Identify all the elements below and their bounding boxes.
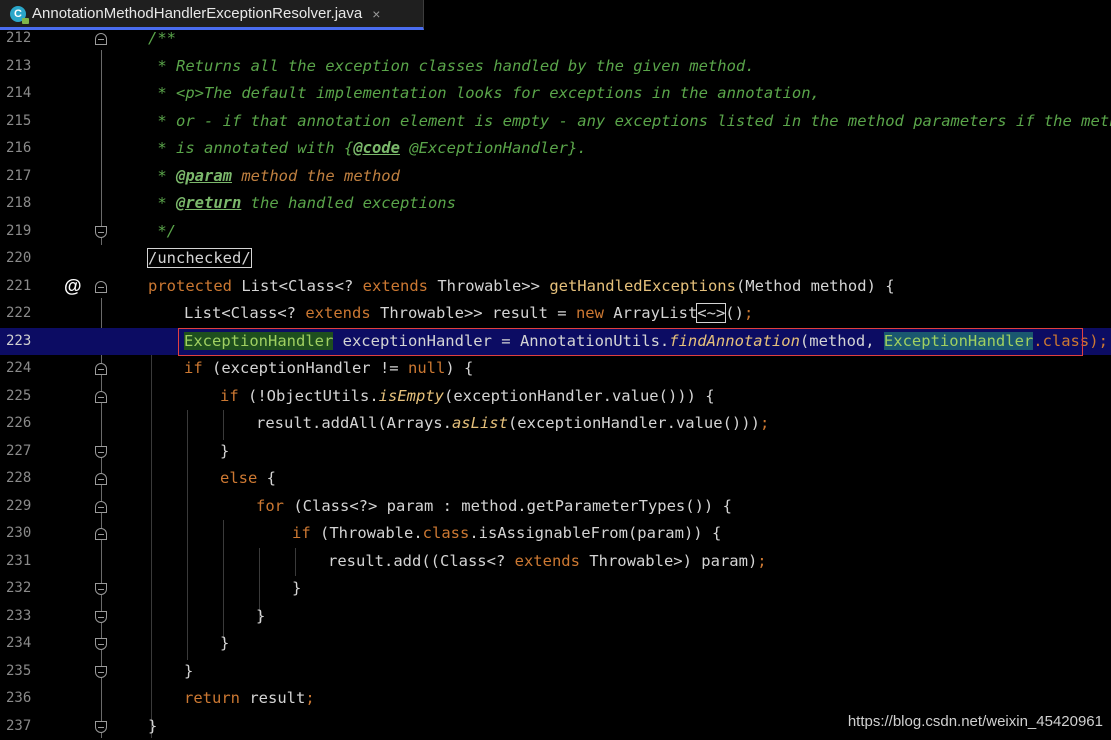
code-line[interactable]: 229 for (Class<?> param : method.getPara… [0, 493, 1111, 521]
code-line[interactable]: 224 if (exceptionHandler != null) { [0, 355, 1111, 383]
line-number: 235 [6, 658, 30, 686]
fold-icon[interactable] [95, 528, 107, 540]
override-marker-icon[interactable]: @ [64, 273, 82, 301]
code-line-current[interactable]: 223 ExceptionHandler exceptionHandler = … [0, 328, 1111, 356]
code-line[interactable]: 235 } [0, 658, 1111, 686]
fold-icon[interactable] [95, 666, 107, 678]
code-line[interactable]: 230 if (Throwable.class.isAssignableFrom… [0, 520, 1111, 548]
code-line[interactable]: 225 if (!ObjectUtils.isEmpty(exceptionHa… [0, 383, 1111, 411]
code-text: * Returns all the exception classes hand… [148, 53, 755, 81]
fold-icon[interactable] [95, 363, 107, 375]
watermark: https://blog.csdn.net/weixin_45420961 [848, 713, 1103, 730]
code-text: } [256, 603, 265, 631]
code-text: if (Throwable.class.isAssignableFrom(par… [292, 520, 721, 548]
code-line[interactable]: 214 * <p>The default implementation look… [0, 80, 1111, 108]
code-line[interactable]: 226 result.addAll(Arrays.asList(exceptio… [0, 410, 1111, 438]
line-number: 220 [6, 245, 30, 273]
lock-icon [22, 18, 29, 24]
line-number: 231 [6, 548, 30, 576]
line-number: 213 [6, 53, 30, 81]
code-text: * @param method the method [148, 163, 400, 191]
line-number: 236 [6, 685, 30, 713]
line-number: 219 [6, 218, 30, 246]
code-text: * @return the handled exceptions [148, 190, 456, 218]
code-line[interactable]: 234 } [0, 630, 1111, 658]
code-text: } [220, 438, 229, 466]
code-text: result.addAll(Arrays.asList(exceptionHan… [256, 410, 769, 438]
line-number: 237 [6, 713, 30, 740]
fold-icon[interactable] [95, 721, 107, 733]
code-line[interactable]: 213 * Returns all the exception classes … [0, 53, 1111, 81]
code-line[interactable]: 218 * @return the handled exceptions [0, 190, 1111, 218]
code-text: */ [148, 218, 176, 246]
line-number: 234 [6, 630, 30, 658]
line-number: 223 [6, 328, 30, 356]
line-number: 232 [6, 575, 30, 603]
line-number: 221 [6, 273, 30, 301]
code-line[interactable]: 217 * @param method the method [0, 163, 1111, 191]
code-text: * is annotated with {@code @ExceptionHan… [148, 135, 587, 163]
line-number: 212 [6, 25, 30, 53]
code-editor[interactable]: 212 /** 213 * Returns all the exception … [0, 30, 1111, 738]
java-class-icon: C [10, 6, 26, 22]
code-text: if (exceptionHandler != null) { [184, 355, 473, 383]
code-text: if (!ObjectUtils.isEmpty(exceptionHandle… [220, 383, 715, 411]
code-line[interactable]: 222 List<Class<? extends Throwable>> res… [0, 300, 1111, 328]
fold-icon[interactable] [95, 33, 107, 45]
code-line[interactable]: 221 @ protected List<Class<? extends Thr… [0, 273, 1111, 301]
fold-icon[interactable] [95, 611, 107, 623]
code-text: } [292, 575, 301, 603]
code-text: result.add((Class<? extends Throwable>) … [328, 548, 767, 576]
line-number: 225 [6, 383, 30, 411]
fold-icon[interactable] [95, 638, 107, 650]
file-tab-label: AnnotationMethodHandlerExceptionResolver… [32, 5, 362, 22]
line-number: 218 [6, 190, 30, 218]
fold-icon[interactable] [95, 226, 107, 238]
line-number: 228 [6, 465, 30, 493]
code-line[interactable]: 233 } [0, 603, 1111, 631]
code-line[interactable]: 227 } [0, 438, 1111, 466]
code-text: /** [148, 25, 176, 53]
code-line[interactable]: 220 /unchecked/ [0, 245, 1111, 273]
code-text: * <p>The default implementation looks fo… [148, 80, 820, 108]
code-text: * or - if that annotation element is emp… [148, 108, 1111, 136]
code-text: ExceptionHandler exceptionHandler = Anno… [184, 328, 1108, 356]
code-text: } [148, 713, 157, 740]
line-number: 224 [6, 355, 30, 383]
code-line[interactable]: 231 result.add((Class<? extends Throwabl… [0, 548, 1111, 576]
line-number: 214 [6, 80, 30, 108]
line-number: 215 [6, 108, 30, 136]
fold-icon[interactable] [95, 583, 107, 595]
code-line[interactable]: 228 else { [0, 465, 1111, 493]
code-text: } [184, 658, 193, 686]
fold-icon[interactable] [95, 473, 107, 485]
line-number: 216 [6, 135, 30, 163]
code-line[interactable]: 215 * or - if that annotation element is… [0, 108, 1111, 136]
fold-icon[interactable] [95, 446, 107, 458]
fold-icon[interactable] [95, 501, 107, 513]
line-number: 222 [6, 300, 30, 328]
code-line[interactable]: 212 /** [0, 25, 1111, 53]
fold-icon[interactable] [95, 391, 107, 403]
fold-icon[interactable] [95, 281, 107, 293]
line-number: 230 [6, 520, 30, 548]
code-text: return result; [184, 685, 315, 713]
line-number: 233 [6, 603, 30, 631]
code-text: protected List<Class<? extends Throwable… [148, 273, 895, 301]
code-text: else { [220, 465, 276, 493]
close-icon[interactable]: × [372, 6, 380, 22]
code-line[interactable]: 236 return result; [0, 685, 1111, 713]
code-line[interactable]: 216 * is annotated with {@code @Exceptio… [0, 135, 1111, 163]
code-text: List<Class<? extends Throwable>> result … [184, 300, 753, 328]
code-text: } [220, 630, 229, 658]
code-line[interactable]: 232 } [0, 575, 1111, 603]
code-text: /unchecked/ [148, 245, 251, 273]
line-number: 217 [6, 163, 30, 191]
code-text: for (Class<?> param : method.getParamete… [256, 493, 732, 521]
line-number: 227 [6, 438, 30, 466]
folded-region: /unchecked/ [148, 249, 251, 267]
line-number: 229 [6, 493, 30, 521]
code-line[interactable]: 219 */ [0, 218, 1111, 246]
line-number: 226 [6, 410, 30, 438]
